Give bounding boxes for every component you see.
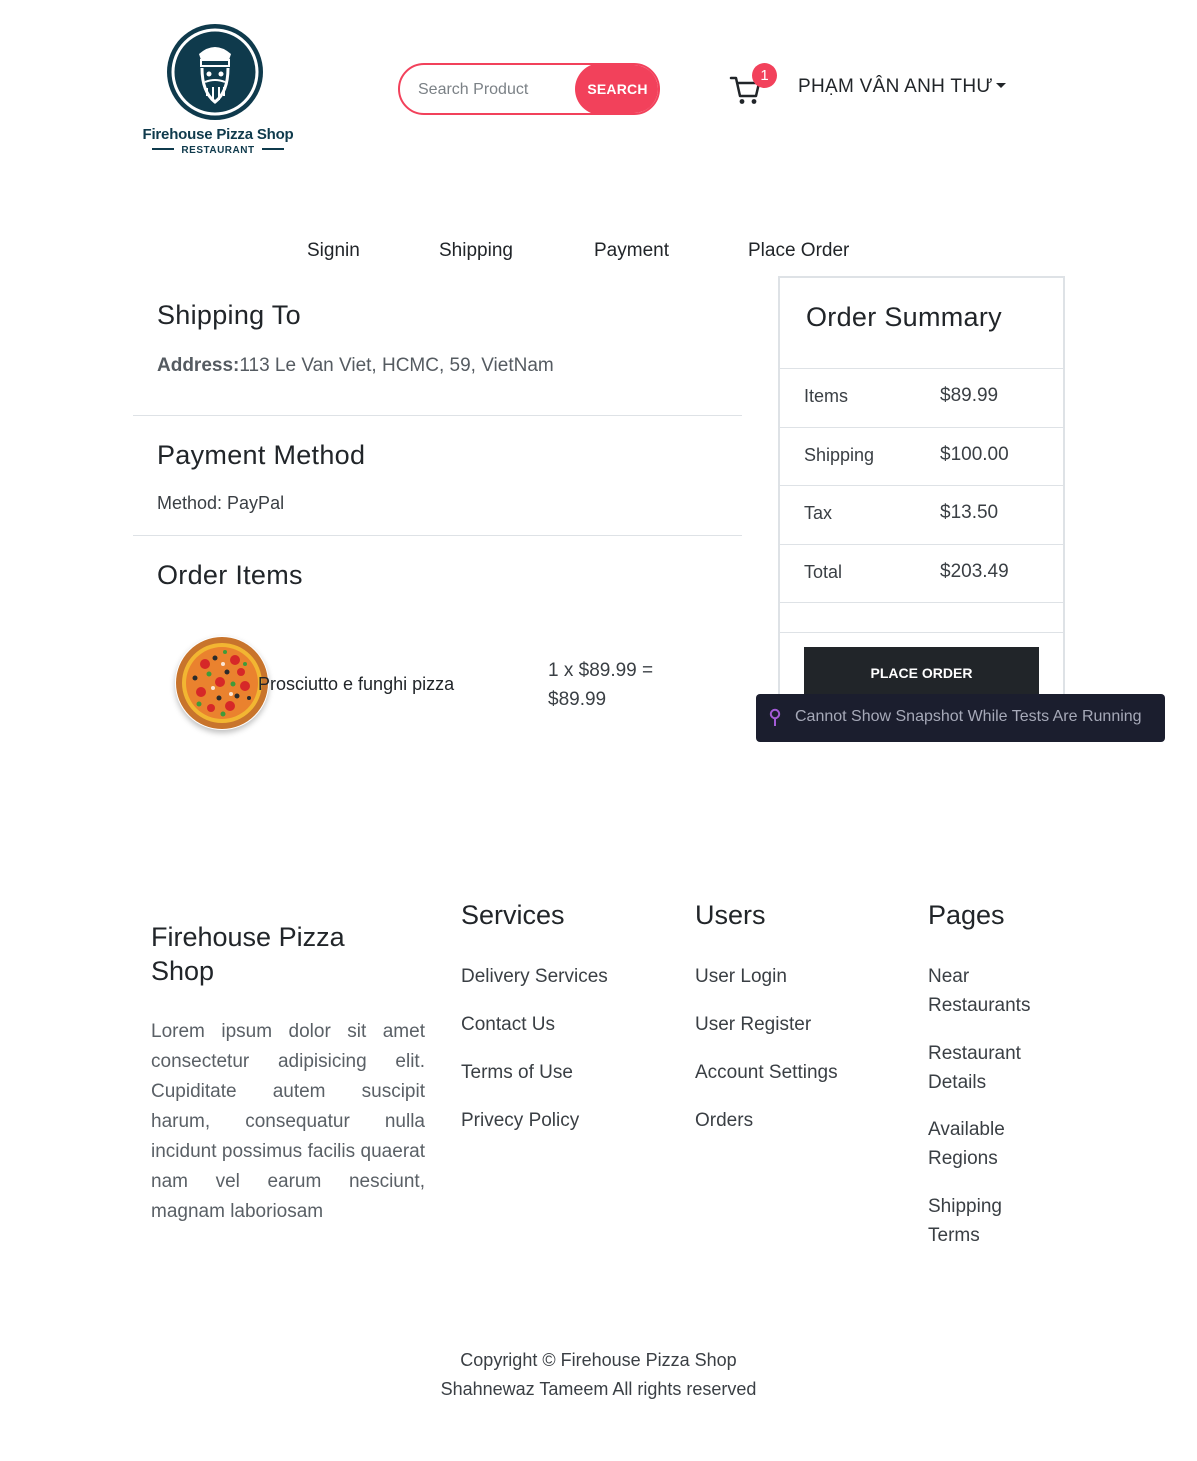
summary-row-items: Items $89.99: [780, 368, 1063, 427]
toast-message: Cannot Show Snapshot While Tests Are Run…: [795, 708, 1142, 725]
order-item-subtotal: $89.99: [548, 689, 607, 710]
user-menu-dropdown[interactable]: PHẠM VÂN ANH THƯ: [798, 76, 1006, 98]
summary-row-tax: Tax $13.50: [780, 485, 1063, 544]
logo-name: Firehouse Pizza Shop: [142, 126, 294, 143]
footer-users-title: Users: [695, 900, 766, 930]
footer-services-title: Services: [461, 900, 565, 930]
shipping-address: Address:113 Le Van Viet, HCMC, 59, VietN…: [157, 355, 554, 377]
order-summary-title: Order Summary: [806, 302, 1002, 332]
cart-count-badge: 1: [752, 63, 777, 88]
copyright-line: Copyright © Firehouse Pizza Shop: [460, 1350, 737, 1370]
address-label: Address:: [157, 355, 240, 376]
search-button[interactable]: SEARCH: [575, 65, 658, 113]
summary-value: $203.49: [940, 561, 1009, 582]
order-summary-card: Order Summary Items $89.99 Shipping $100…: [778, 276, 1065, 706]
summary-row-total: Total $203.49: [780, 544, 1063, 603]
step-shipping[interactable]: Shipping: [439, 240, 513, 262]
footer-copyright: Copyright © Firehouse Pizza Shop Shahnew…: [0, 1346, 1197, 1404]
copyright-line: Shahnewaz Tameem All rights reserved: [440, 1379, 757, 1399]
footer-description: Lorem ipsum dolor sit amet consectetur a…: [151, 1021, 425, 1222]
order-item-qty-price: 1 x $89.99 =: [548, 660, 654, 681]
summary-value: $100.00: [940, 444, 1009, 465]
footer-link-user-login[interactable]: User Login: [695, 962, 787, 991]
site-logo[interactable]: Firehouse Pizza Shop RESTAURANT: [135, 22, 301, 162]
search-input[interactable]: [416, 75, 570, 105]
summary-label: Items: [804, 386, 849, 406]
shipping-title: Shipping To: [157, 300, 301, 330]
summary-label: Shipping: [804, 445, 875, 465]
footer-link-privacy-policy[interactable]: Privecy Policy: [461, 1106, 579, 1135]
section-divider: [133, 535, 742, 536]
summary-row-empty: [780, 602, 1063, 633]
payment-method: Method: PayPal: [157, 493, 285, 513]
pizza-image: [175, 636, 269, 730]
summary-row-shipping: Shipping $100.00: [780, 427, 1063, 486]
footer-link-available-regions[interactable]: Available Regions: [928, 1115, 1038, 1173]
order-item-price: 1 x $89.99 = $89.99: [548, 656, 678, 714]
user-name: PHẠM VÂN ANH THƯ: [798, 76, 993, 97]
footer-link-restaurant-details[interactable]: Restaurant Details: [928, 1039, 1038, 1097]
footer-link-orders[interactable]: Orders: [695, 1106, 753, 1135]
search-bar: SEARCH: [398, 63, 660, 115]
payment-title: Payment Method: [157, 440, 366, 470]
footer-link-terms-of-use[interactable]: Terms of Use: [461, 1058, 573, 1087]
footer-pages-title: Pages: [928, 900, 1005, 930]
snapshot-toast: Cannot Show Snapshot While Tests Are Run…: [756, 694, 1165, 742]
pin-icon: [769, 708, 781, 726]
summary-label: Tax: [804, 503, 833, 523]
section-divider: [133, 415, 742, 416]
footer-brand-title: Firehouse Pizza Shop: [151, 922, 345, 986]
footer-link-shipping-terms[interactable]: Shipping Terms: [928, 1192, 1038, 1250]
summary-label: Total: [804, 562, 843, 582]
order-items-title: Order Items: [157, 560, 303, 590]
footer-link-user-register[interactable]: User Register: [695, 1010, 811, 1039]
step-place-order: Place Order: [748, 240, 850, 261]
chef-logo-icon: [167, 24, 263, 120]
caret-down-icon: [995, 82, 1006, 88]
step-signin[interactable]: Signin: [307, 240, 360, 262]
order-item-name[interactable]: Prosciutto e funghi pizza: [258, 674, 454, 695]
address-value: 113 Le Van Viet, HCMC, 59, VietNam: [239, 355, 554, 376]
footer-link-account-settings[interactable]: Account Settings: [695, 1058, 838, 1087]
logo-subtitle: RESTAURANT: [135, 145, 301, 156]
step-payment[interactable]: Payment: [594, 240, 669, 262]
footer-link-near-restaurants[interactable]: Near Restaurants: [928, 962, 1038, 1020]
summary-value: $89.99: [940, 385, 999, 406]
footer-link-delivery-services[interactable]: Delivery Services: [461, 962, 608, 991]
footer-link-contact-us[interactable]: Contact Us: [461, 1010, 555, 1039]
summary-value: $13.50: [940, 502, 999, 523]
